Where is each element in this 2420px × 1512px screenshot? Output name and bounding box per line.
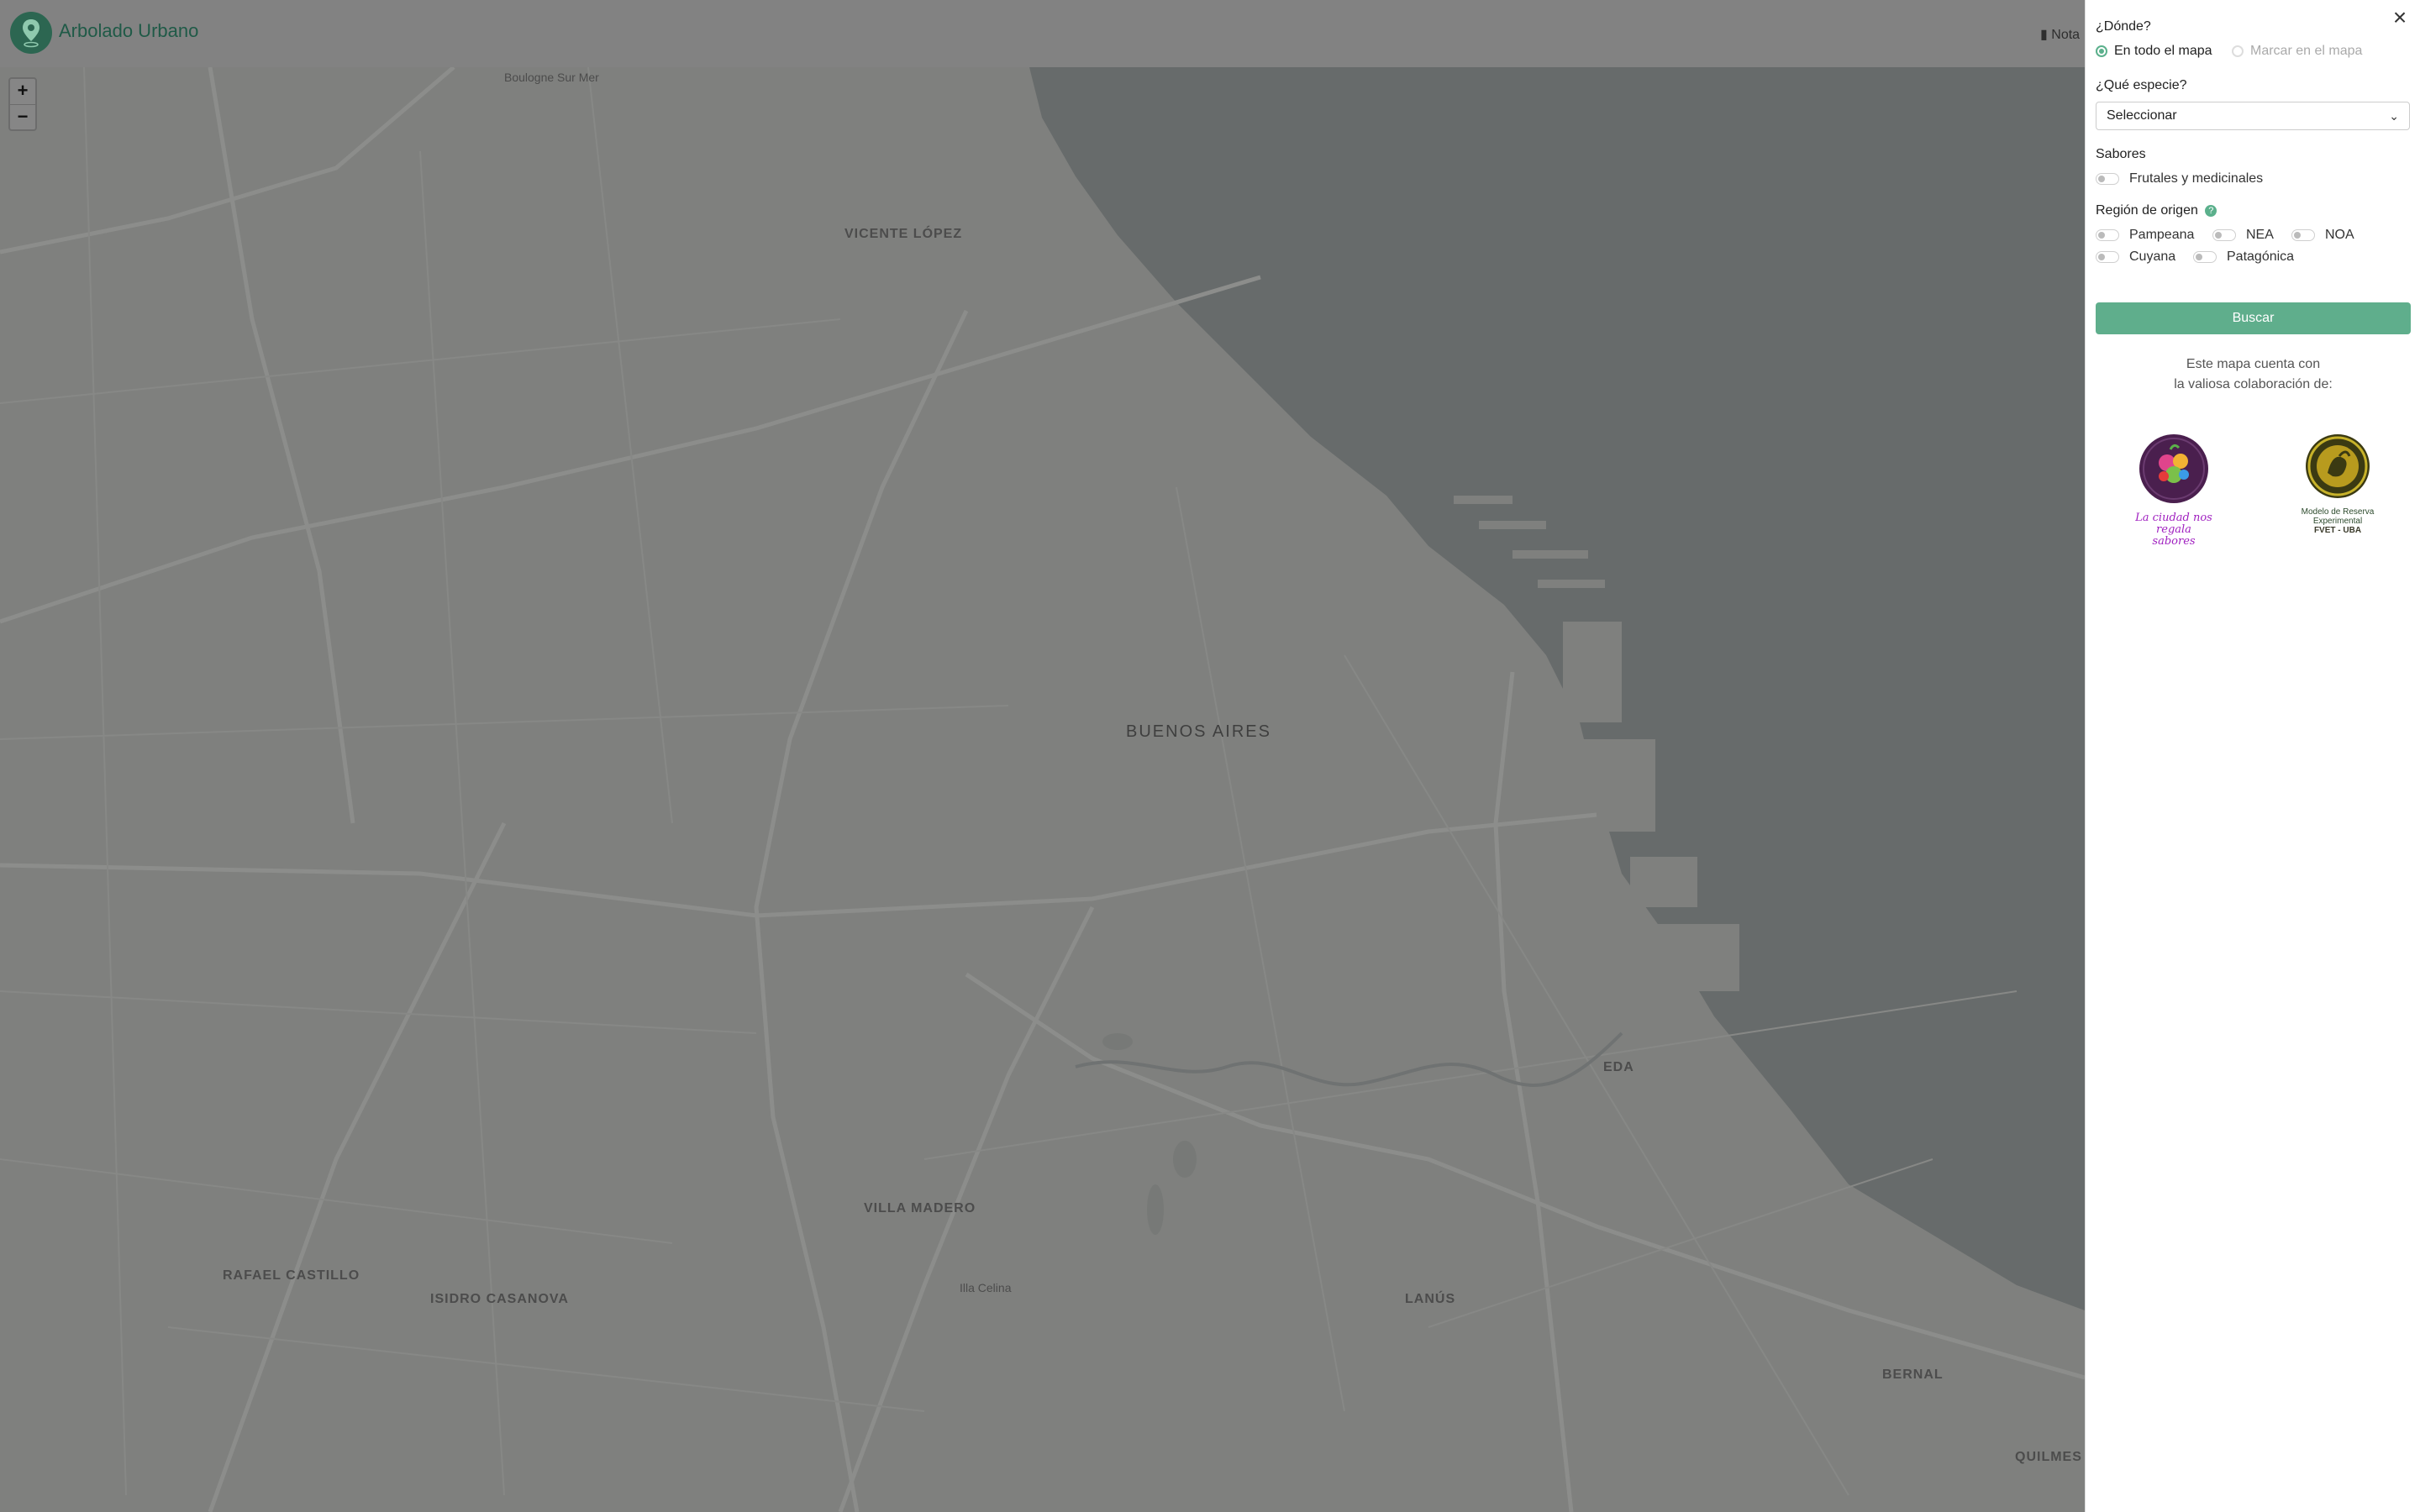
search-button[interactable]: Buscar: [2096, 302, 2411, 334]
donde-label: ¿Dónde?: [2096, 19, 2151, 34]
river-water: [1029, 67, 2085, 1310]
especie-select-value: Seleccionar: [2107, 108, 2177, 123]
partner2-line-2: FVET - UBA: [2313, 526, 2362, 535]
fvet-seal-logo-icon: [2306, 434, 2370, 498]
chevron-down-icon: ⌄: [2389, 109, 2399, 123]
region-label-noa: NOA: [2325, 228, 2354, 242]
donde-option-marcar-label: Marcar en el mapa: [2250, 44, 2363, 58]
region-label-cuyana: Cuyana: [2129, 249, 2176, 264]
collab-line-1: Este mapa cuenta con: [2186, 357, 2321, 371]
sabores-fruit-logo-icon: [2139, 434, 2208, 503]
zoom-in-button[interactable]: +: [10, 79, 35, 104]
map-label-buenos-aires: BUENOS AIRES: [1126, 722, 1271, 741]
map-label-quilmes: QUILMES: [2015, 1450, 2082, 1464]
toggle-switch[interactable]: [2096, 229, 2119, 241]
donde-option-todo[interactable]: En todo el mapa: [2096, 44, 2212, 59]
notas-link[interactable]: ▮ Nota: [2040, 26, 2080, 43]
toggle-switch[interactable]: [2212, 229, 2236, 241]
radio-selected-icon[interactable]: [2096, 45, 2107, 57]
collab-line-2: la valiosa colaboración de:: [2174, 377, 2333, 391]
tree-pin-logo-icon[interactable]: [10, 12, 52, 54]
partner2-line-1: Modelo de Reserva Experimental: [2301, 507, 2375, 526]
zoom-control: + −: [8, 77, 37, 131]
region-toggle-cuyana[interactable]: Cuyana: [2096, 249, 2175, 265]
toggle-switch[interactable]: [2096, 173, 2119, 185]
map-label-lanus: LANÚS: [1405, 1292, 1456, 1306]
notas-label: Nota: [2051, 28, 2081, 42]
map-base-layer: [0, 67, 2085, 1512]
partner-logo-sabores[interactable]: La ciudad nos regala sabores: [2133, 433, 2214, 548]
map-label-bernal: BERNAL: [1882, 1368, 1944, 1382]
map-label-rafael-castillo: RAFAEL CASTILLO: [223, 1268, 360, 1283]
close-panel-button[interactable]: ×: [2389, 6, 2411, 29]
sabores-label: Sabores: [2096, 147, 2146, 161]
toggle-switch[interactable]: [2291, 229, 2315, 241]
search-panel: × ¿Dónde? En todo el mapa Marcar en el m…: [2085, 0, 2420, 1512]
region-label-row: Región de origen ?: [2096, 203, 2217, 218]
map-label-eda: EDA: [1603, 1060, 1634, 1074]
document-icon: ▮: [2040, 28, 2048, 42]
map-label-boulogne: Boulogne Sur Mer: [504, 71, 599, 84]
map-canvas[interactable]: Boulogne Sur Mer VICENTE LÓPEZ BUENOS AI…: [0, 67, 2085, 1512]
map-label-villa-madero: VILLA MADERO: [864, 1201, 976, 1215]
region-toggle-noa[interactable]: NOA: [2291, 228, 2354, 243]
sabores-toggle-frutales[interactable]: Frutales y medicinales: [2096, 171, 2263, 186]
top-header: Arbolado Urbano ▮ Nota: [0, 0, 2085, 68]
sabores-option-label: Frutales y medicinales: [2129, 171, 2264, 186]
collaboration-text: Este mapa cuenta con la valiosa colabora…: [2086, 354, 2420, 395]
region-label: Región de origen: [2096, 203, 2198, 218]
donde-option-todo-label: En todo el mapa: [2114, 44, 2212, 58]
toggle-switch[interactable]: [2193, 251, 2217, 263]
app-title[interactable]: Arbolado Urbano: [59, 20, 198, 42]
region-toggle-pampeana[interactable]: Pampeana: [2096, 228, 2194, 243]
partner2-text: Modelo de Reserva Experimental FVET - UB…: [2294, 507, 2381, 535]
map-label-isidro-casanova: ISIDRO CASANOVA: [430, 1292, 569, 1306]
riachuelo-river: [1075, 1032, 1623, 1087]
especie-select[interactable]: Seleccionar ⌄: [2096, 102, 2410, 130]
zoom-out-button[interactable]: −: [10, 104, 35, 130]
radio-unselected-icon[interactable]: [2232, 45, 2244, 57]
region-toggle-nea[interactable]: NEA: [2212, 228, 2274, 243]
partner-logo-fvet[interactable]: Modelo de Reserva Experimental FVET - UB…: [2294, 433, 2381, 535]
map-label-illa-celina: Illa Celina: [960, 1281, 1012, 1294]
especie-label: ¿Qué especie?: [2096, 78, 2187, 92]
toggle-switch[interactable]: [2096, 251, 2119, 263]
map-label-vicente-lopez: VICENTE LÓPEZ: [844, 227, 963, 241]
region-label-pampeana: Pampeana: [2129, 228, 2195, 242]
region-label-patagonica: Patagónica: [2227, 249, 2295, 264]
region-label-nea: NEA: [2246, 228, 2274, 242]
region-toggle-patagonica[interactable]: Patagónica: [2193, 249, 2294, 265]
partner1-text: La ciudad nos regala sabores: [2135, 512, 2212, 548]
donde-option-marcar[interactable]: Marcar en el mapa: [2232, 44, 2362, 59]
help-icon[interactable]: ?: [2205, 204, 2217, 217]
